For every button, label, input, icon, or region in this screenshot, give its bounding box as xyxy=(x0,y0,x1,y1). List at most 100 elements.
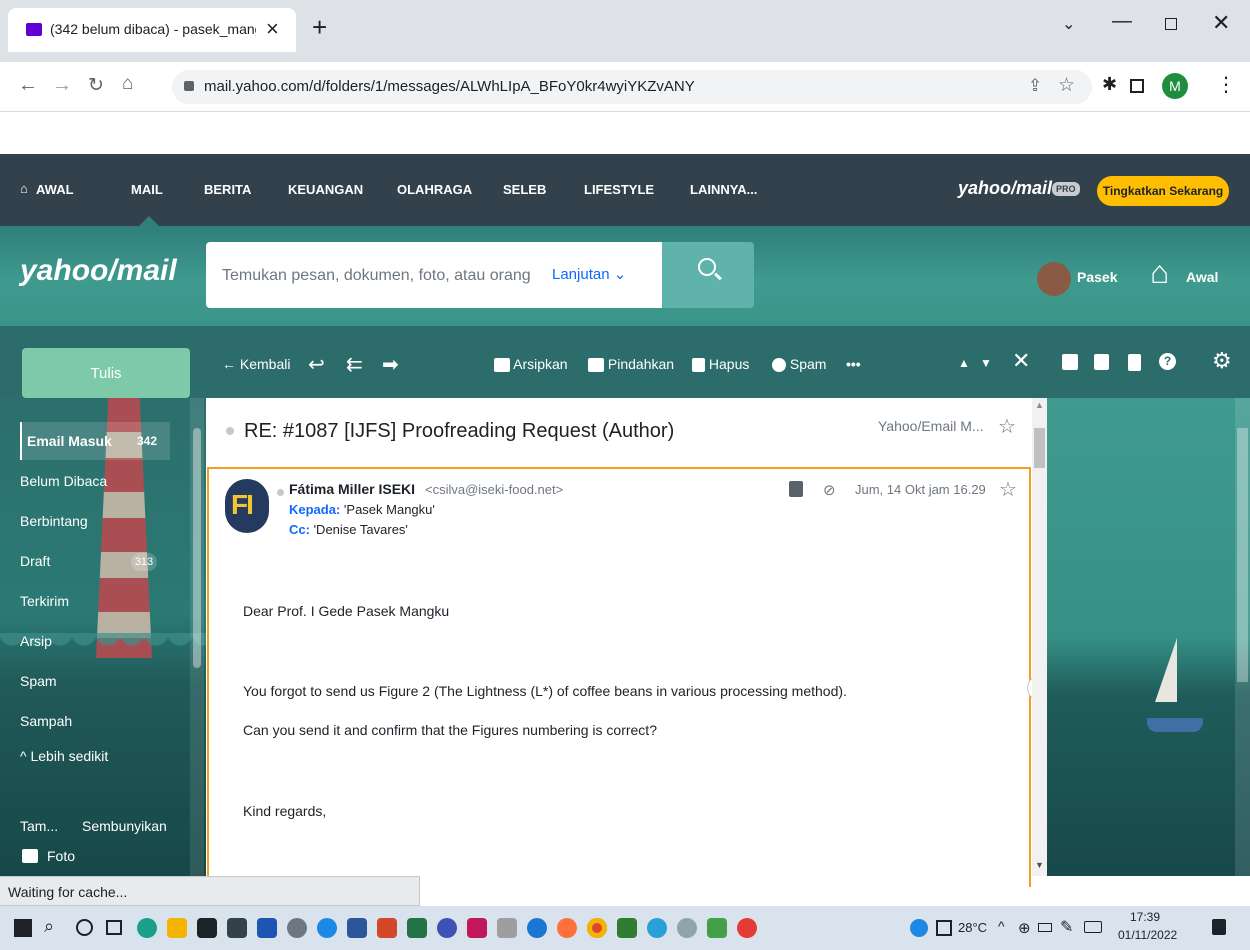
right-scrollbar[interactable] xyxy=(1235,398,1250,876)
dropbox-icon[interactable] xyxy=(227,918,247,938)
scroll-up-icon[interactable]: ▲ xyxy=(1035,400,1044,410)
notifications-icon[interactable] xyxy=(1212,919,1226,935)
thread-star-icon[interactable]: ☆ xyxy=(998,414,1016,439)
pane-scrollbar[interactable]: ▲ ▼ xyxy=(1032,398,1047,876)
tab-close-icon[interactable]: × xyxy=(266,16,279,42)
share-icon[interactable]: ⇪ xyxy=(1028,76,1042,96)
scroll-down-icon[interactable]: ▼ xyxy=(1035,860,1044,870)
pane-scroll-thumb[interactable] xyxy=(1034,428,1045,468)
help-icon[interactable]: ? xyxy=(1159,353,1176,370)
powerpoint-icon[interactable] xyxy=(377,918,397,938)
advanced-search-link[interactable]: Lanjutan ⌄ xyxy=(552,265,626,283)
windows-start-icon[interactable] xyxy=(14,919,32,937)
sender-email[interactable]: <csilva@iseki-food.net> xyxy=(425,482,563,497)
excel-icon[interactable] xyxy=(407,918,427,938)
url-text[interactable]: mail.yahoo.com/d/folders/1/messages/ALWh… xyxy=(204,78,695,95)
store-icon[interactable] xyxy=(197,918,217,938)
sender-name[interactable]: Fátima Miller ISEKI xyxy=(289,481,415,497)
forward-arrow-icon[interactable]: → xyxy=(52,74,72,97)
reply-icon[interactable]: ↩ xyxy=(308,352,325,377)
folder-label[interactable]: Yahoo/Email M... xyxy=(878,418,984,434)
archive-button[interactable]: Arsipkan xyxy=(494,356,568,373)
nav-keuangan[interactable]: KEUANGAN xyxy=(288,182,363,197)
reload-icon[interactable]: ↻ xyxy=(88,74,104,97)
nav-seleb[interactable]: SELEB xyxy=(503,182,546,197)
views-label[interactable]: Tam... xyxy=(20,818,58,834)
app-ring-icon[interactable] xyxy=(527,918,547,938)
sidepanel-icon[interactable] xyxy=(1130,79,1144,93)
search-input[interactable]: Temukan pesan, dokumen, foto, atau orang… xyxy=(206,242,662,308)
sidebar-item-spam[interactable]: Spam xyxy=(20,673,57,689)
to-value[interactable]: 'Pasek Mangku' xyxy=(344,502,435,517)
nav-lifestyle[interactable]: LIFESTYLE xyxy=(584,182,654,197)
notepad-icon[interactable] xyxy=(1128,354,1141,371)
edge-icon[interactable] xyxy=(137,918,157,938)
sidebar-scroll-thumb[interactable] xyxy=(193,428,201,668)
calendar-icon[interactable] xyxy=(1094,354,1109,370)
next-message-icon[interactable]: ▼ xyxy=(980,356,992,370)
clock-time[interactable]: 17:39 xyxy=(1130,910,1160,924)
forward-icon[interactable]: ➡ xyxy=(382,352,399,377)
new-tab-button[interactable]: + xyxy=(312,12,327,43)
opera-icon[interactable] xyxy=(737,918,757,938)
nav-berita[interactable]: BERITA xyxy=(204,182,251,197)
file-explorer-icon[interactable] xyxy=(167,918,187,938)
app-n-icon[interactable] xyxy=(617,918,637,938)
app-m-icon[interactable] xyxy=(467,918,487,938)
previous-message-icon[interactable]: ▲ xyxy=(958,356,970,370)
move-button[interactable]: Pindahkan xyxy=(588,356,674,373)
nav-olahraga[interactable]: OLAHRAGA xyxy=(397,182,472,197)
word-icon[interactable] xyxy=(347,918,367,938)
settings-app-icon[interactable] xyxy=(287,918,307,938)
network-icon[interactable]: ⊕ xyxy=(1018,919,1031,937)
sidebar-item-unread[interactable]: Belum Dibaca xyxy=(20,473,107,489)
back-button[interactable]: ← Kembali xyxy=(222,356,290,372)
printer-app-icon[interactable] xyxy=(497,918,517,938)
user-avatar[interactable] xyxy=(1037,262,1071,296)
tab-search-chevron-icon[interactable]: ⌄ xyxy=(1062,14,1075,34)
sidebar-item-photos[interactable]: Foto xyxy=(47,848,75,864)
nav-brand[interactable]: yahoo/mail xyxy=(958,178,1052,199)
more-actions-button[interactable]: ••• xyxy=(846,356,861,372)
sidebar-scrollbar[interactable] xyxy=(190,398,204,876)
firefox-icon[interactable] xyxy=(557,918,577,938)
app-triangle-icon[interactable] xyxy=(707,918,727,938)
profile-avatar[interactable]: M xyxy=(1162,73,1188,99)
sidebar-item-archive[interactable]: Arsip xyxy=(20,633,52,649)
nav-awal[interactable]: AWAL xyxy=(36,182,74,197)
telegram-icon[interactable] xyxy=(647,918,667,938)
sidebar-item-drafts[interactable]: Draft xyxy=(20,553,50,569)
url-box[interactable]: mail.yahoo.com/d/folders/1/messages/ALWh… xyxy=(172,70,1092,104)
user-name[interactable]: Pasek xyxy=(1077,269,1117,285)
close-message-icon[interactable]: ✕ xyxy=(1012,348,1030,374)
right-scroll-thumb[interactable] xyxy=(1237,428,1248,682)
pen-icon[interactable]: ✎ xyxy=(1060,917,1073,937)
sidebar-item-trash[interactable]: Sampah xyxy=(20,713,72,729)
close-window-button[interactable]: ✕ xyxy=(1212,10,1230,36)
print-icon[interactable] xyxy=(789,481,803,497)
compose-button[interactable]: Tulis xyxy=(22,348,190,398)
cc-value[interactable]: 'Denise Tavares' xyxy=(314,522,408,537)
chrome-icon[interactable] xyxy=(587,918,607,938)
nav-lainnya[interactable]: LAINNYA... xyxy=(690,182,757,197)
hide-views-link[interactable]: Sembunyikan xyxy=(82,818,167,834)
task-view-icon[interactable] xyxy=(106,920,122,935)
extensions-icon[interactable]: ✱ xyxy=(1102,74,1117,95)
taskbar-search-icon[interactable]: ⌕ xyxy=(44,916,54,937)
app-blue-icon[interactable] xyxy=(257,918,277,938)
browser-menu-icon[interactable]: ⋮ xyxy=(1216,72,1236,97)
show-less-toggle[interactable]: ^ Lebih sedikit xyxy=(20,748,108,764)
sidebar-item-starred[interactable]: Berbintang xyxy=(20,513,88,529)
browser-tab[interactable]: (342 belum dibaca) - pasek_mang × xyxy=(8,8,296,52)
keyboard-icon[interactable] xyxy=(1084,921,1102,933)
app-face-icon[interactable] xyxy=(677,918,697,938)
cortana-icon[interactable] xyxy=(76,919,93,936)
minimize-button[interactable]: — xyxy=(1112,10,1132,33)
battery-icon[interactable] xyxy=(1038,923,1052,932)
upgrade-button[interactable]: Tingkatkan Sekarang xyxy=(1097,176,1229,206)
message-star-icon[interactable]: ☆ xyxy=(999,477,1017,502)
yahoo-mail-logo[interactable]: yahoo/mail xyxy=(20,254,177,288)
app-globe-icon[interactable] xyxy=(437,918,457,938)
spam-button[interactable]: Spam xyxy=(772,356,826,373)
app-circle-icon[interactable] xyxy=(317,918,337,938)
